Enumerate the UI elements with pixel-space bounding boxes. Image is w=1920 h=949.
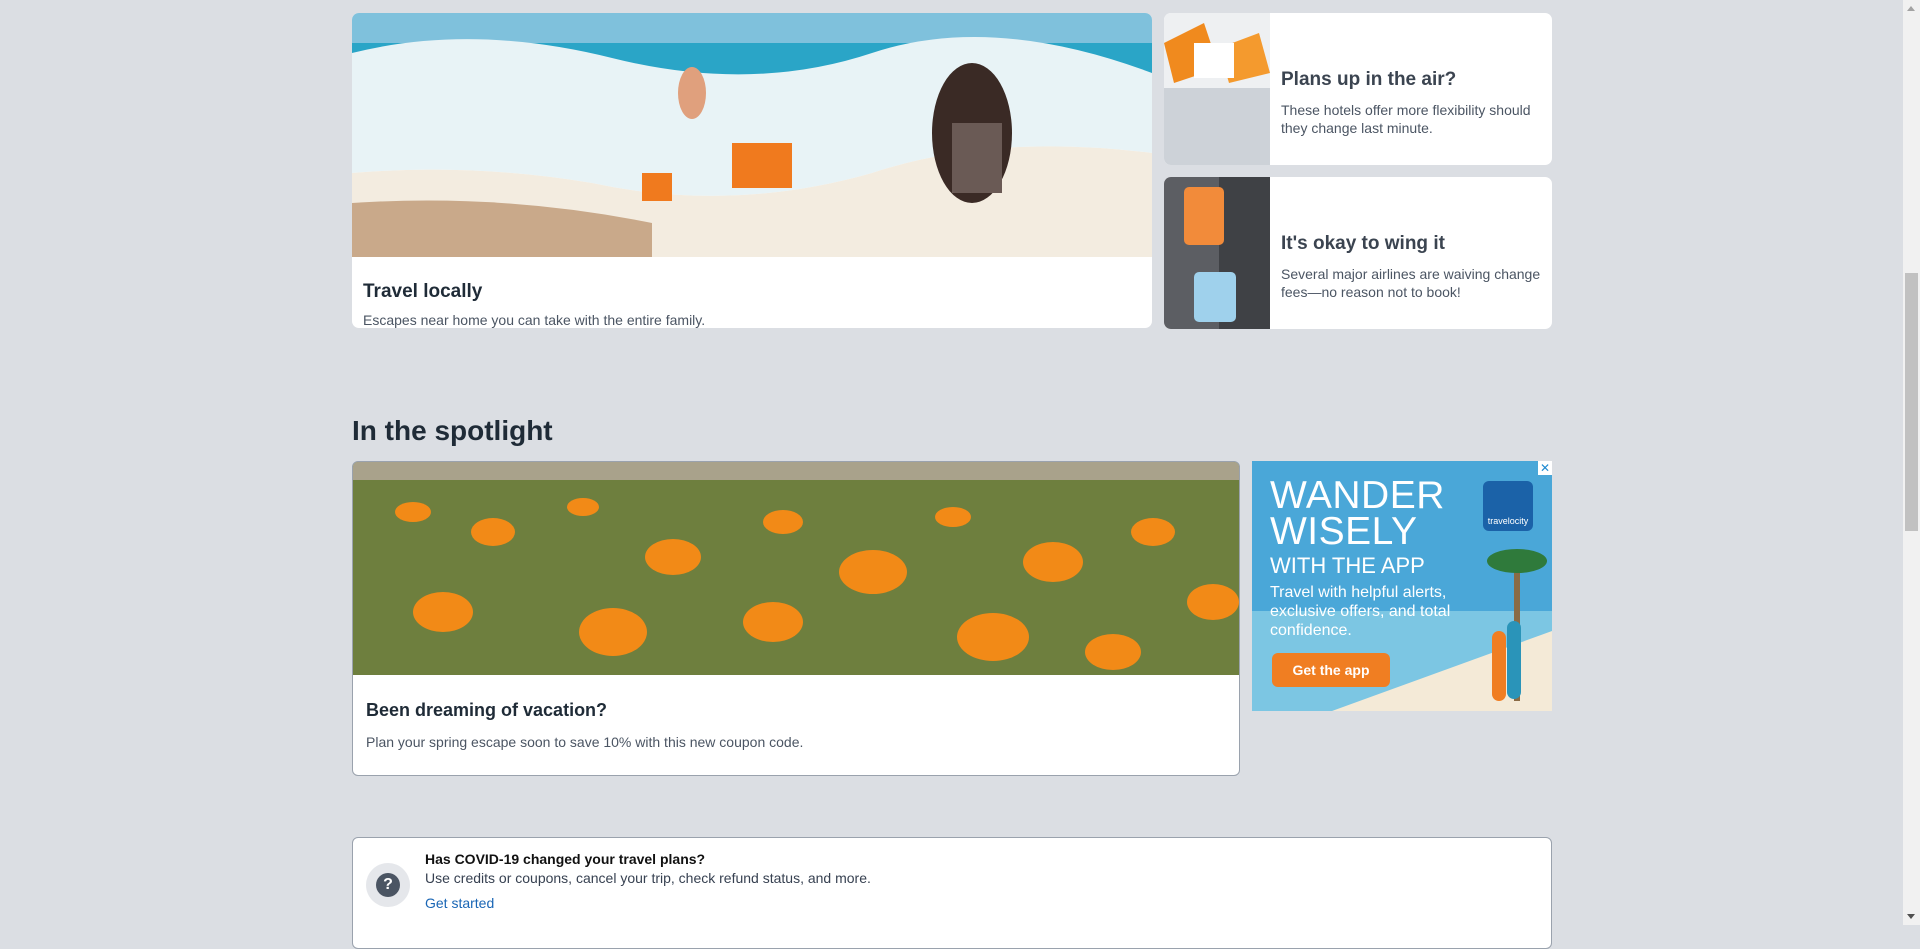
question-icon: ?: [366, 863, 410, 907]
ad-body: Travel with helpful alerts, exclusive of…: [1270, 584, 1451, 639]
scroll-up-icon[interactable]: [1907, 6, 1915, 11]
plans-up-in-the-air-card[interactable]: Plans up in the air? These hotels offer …: [1164, 13, 1552, 165]
card-description: Plan your spring escape soon to save 10%…: [366, 734, 804, 750]
card-title: It's okay to wing it: [1281, 233, 1445, 254]
luggage-carousel-image: [1164, 177, 1270, 329]
card-title: Travel locally: [363, 281, 483, 302]
page-scrollbar[interactable]: [1903, 0, 1920, 925]
scroll-down-icon[interactable]: [1907, 914, 1915, 919]
hotel-bed-image: [1164, 13, 1270, 165]
travel-locally-card[interactable]: Travel locally Escapes near home you can…: [352, 13, 1152, 328]
card-description: These hotels offer more flexibility shou…: [1281, 102, 1531, 136]
card-description: Several major airlines are waiving chang…: [1281, 266, 1541, 300]
card-description: Escapes near home you can take with the …: [363, 312, 706, 328]
ad-close-icon[interactable]: ✕: [1538, 461, 1552, 475]
ad-subheadline: WITH THE APP: [1270, 553, 1425, 578]
spotlight-heading: In the spotlight: [352, 415, 553, 446]
ad-headline: WANDER WISELY: [1270, 474, 1445, 553]
get-the-app-button[interactable]: Get the app: [1272, 653, 1390, 687]
covid-help-panel: ? Has COVID-19 changed your travel plans…: [352, 837, 1552, 949]
get-started-link[interactable]: Get started: [425, 895, 494, 911]
card-title: Been dreaming of vacation?: [366, 700, 608, 720]
spotlight-card[interactable]: Been dreaming of vacation? Plan your spr…: [352, 461, 1240, 776]
card-title: Plans up in the air?: [1281, 69, 1457, 90]
scroll-thumb[interactable]: [1905, 273, 1918, 531]
travelocity-ad[interactable]: ✕ travelocity WANDER WISELY WITH THE APP…: [1252, 461, 1552, 711]
covid-title: Has COVID-19 changed your travel plans?: [425, 851, 706, 867]
travelocity-logo: travelocity: [1483, 481, 1533, 531]
okay-to-wing-it-card[interactable]: It's okay to wing it Several major airli…: [1164, 177, 1552, 329]
covid-description: Use credits or coupons, cancel your trip…: [425, 870, 871, 886]
poppy-field-image: [353, 462, 1239, 675]
beach-kids-image: [352, 13, 1152, 257]
